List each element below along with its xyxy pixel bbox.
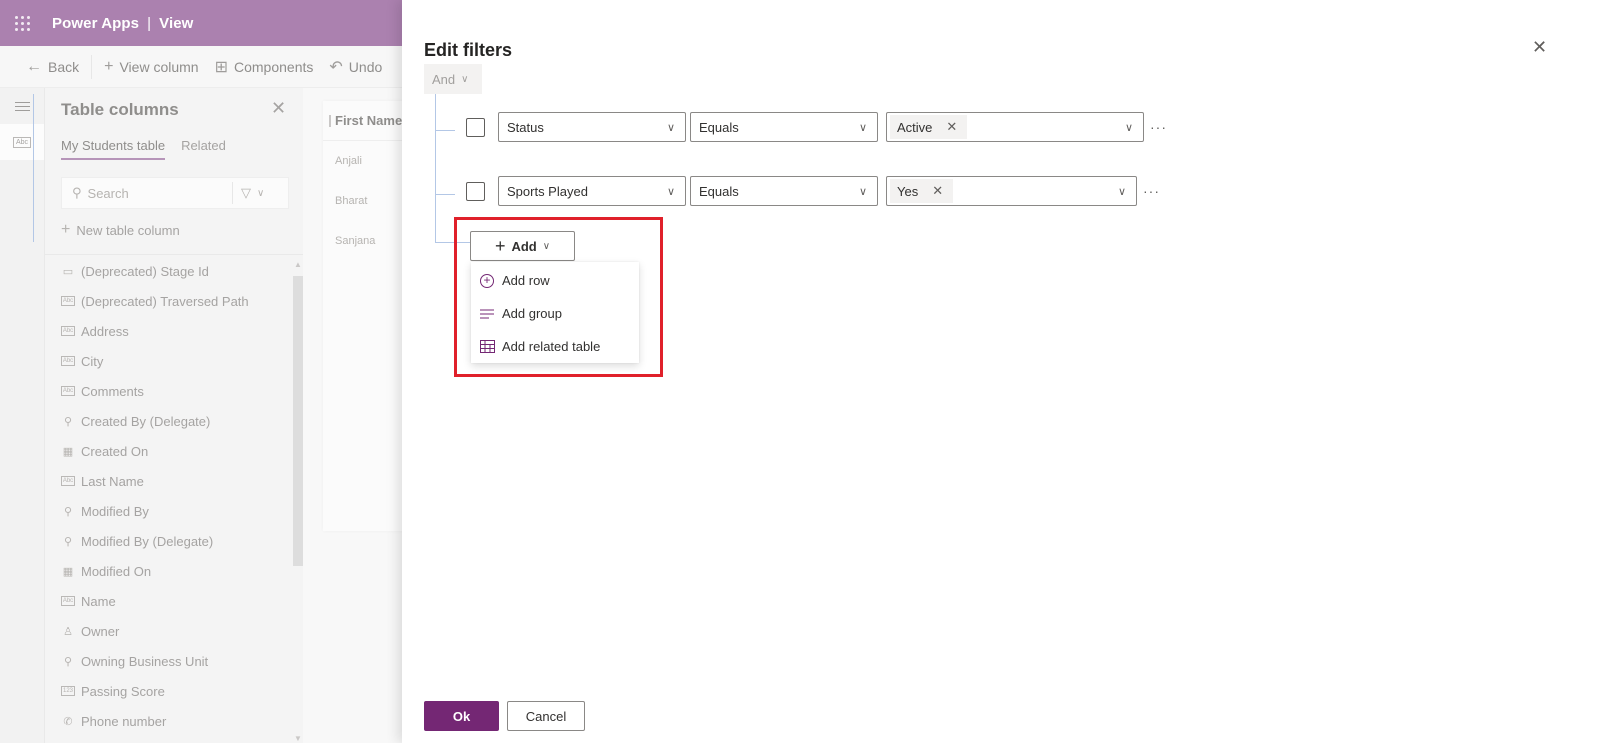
menu-item-label: Add group <box>502 306 562 321</box>
operator-value: Equals <box>699 183 739 199</box>
chevron-down-icon: ∨ <box>858 121 867 134</box>
chevron-down-icon: ∨ <box>1124 121 1133 134</box>
plus-icon: + <box>494 235 506 256</box>
cancel-button[interactable]: Cancel <box>507 701 585 731</box>
operator-dropdown[interactable]: Equals ∨ <box>690 176 878 206</box>
value-tag: Yes ✕ <box>890 179 954 203</box>
chevron-down-icon: ∨ <box>1117 185 1126 198</box>
operator-dropdown[interactable]: Equals ∨ <box>690 112 878 142</box>
row-checkbox[interactable] <box>466 181 485 201</box>
menu-item-add-related-table[interactable]: Add related table <box>471 330 639 363</box>
more-options-icon[interactable]: ··· <box>1150 119 1167 135</box>
chevron-down-icon: ∨ <box>858 185 867 198</box>
add-label: Add <box>511 238 537 254</box>
tree-connector <box>435 94 436 243</box>
chevron-down-icon: ∨ <box>542 240 551 252</box>
tag-label: Active <box>897 119 933 135</box>
field-value: Sports Played <box>507 183 588 199</box>
chevron-down-icon: ∨ <box>666 121 675 134</box>
remove-tag-icon[interactable]: ✕ <box>932 183 943 199</box>
tree-connector <box>435 194 455 195</box>
tag-label: Yes <box>897 183 919 199</box>
value-tag: Active ✕ <box>890 115 968 139</box>
group-operator-label: And <box>432 71 456 87</box>
tree-connector <box>33 94 34 242</box>
tree-connector <box>435 242 471 243</box>
chevron-down-icon: ∨ <box>666 185 675 198</box>
filter-condition-row: Status ∨ Equals ∨ Active ✕ ∨ ··· <box>466 112 1167 142</box>
ok-button[interactable]: Ok <box>424 701 499 731</box>
group-operator-dropdown[interactable]: And ∨ <box>424 64 482 94</box>
group-lines-icon <box>479 306 495 322</box>
value-dropdown[interactable]: Yes ✕ ∨ <box>886 176 1137 206</box>
add-circle-icon: + <box>479 273 495 289</box>
modal-overlay <box>0 0 402 743</box>
menu-item-add-group[interactable]: Add group <box>471 297 639 330</box>
value-dropdown[interactable]: Active ✕ ∨ <box>886 112 1144 142</box>
panel-title: Edit filters <box>424 40 513 60</box>
close-icon[interactable]: ✕ <box>1532 37 1547 58</box>
remove-tag-icon[interactable]: ✕ <box>946 119 957 135</box>
field-value: Status <box>507 119 544 135</box>
menu-item-label: Add row <box>502 273 550 288</box>
field-dropdown[interactable]: Status ∨ <box>498 112 686 142</box>
menu-item-label: Add related table <box>502 339 601 354</box>
more-options-icon[interactable]: ··· <box>1143 183 1160 199</box>
filter-condition-row: Sports Played ∨ Equals ∨ Yes ✕ ∨ ··· <box>466 176 1160 206</box>
chevron-down-icon: ∨ <box>461 73 469 85</box>
related-table-icon <box>479 339 495 355</box>
add-button[interactable]: + Add ∨ <box>470 231 575 261</box>
field-dropdown[interactable]: Sports Played ∨ <box>498 176 686 206</box>
add-menu: + Add row Add group Add related table <box>471 262 639 363</box>
operator-value: Equals <box>699 119 739 135</box>
menu-item-add-row[interactable]: + Add row <box>471 264 639 297</box>
row-checkbox[interactable] <box>466 117 485 137</box>
tree-connector <box>435 130 455 131</box>
